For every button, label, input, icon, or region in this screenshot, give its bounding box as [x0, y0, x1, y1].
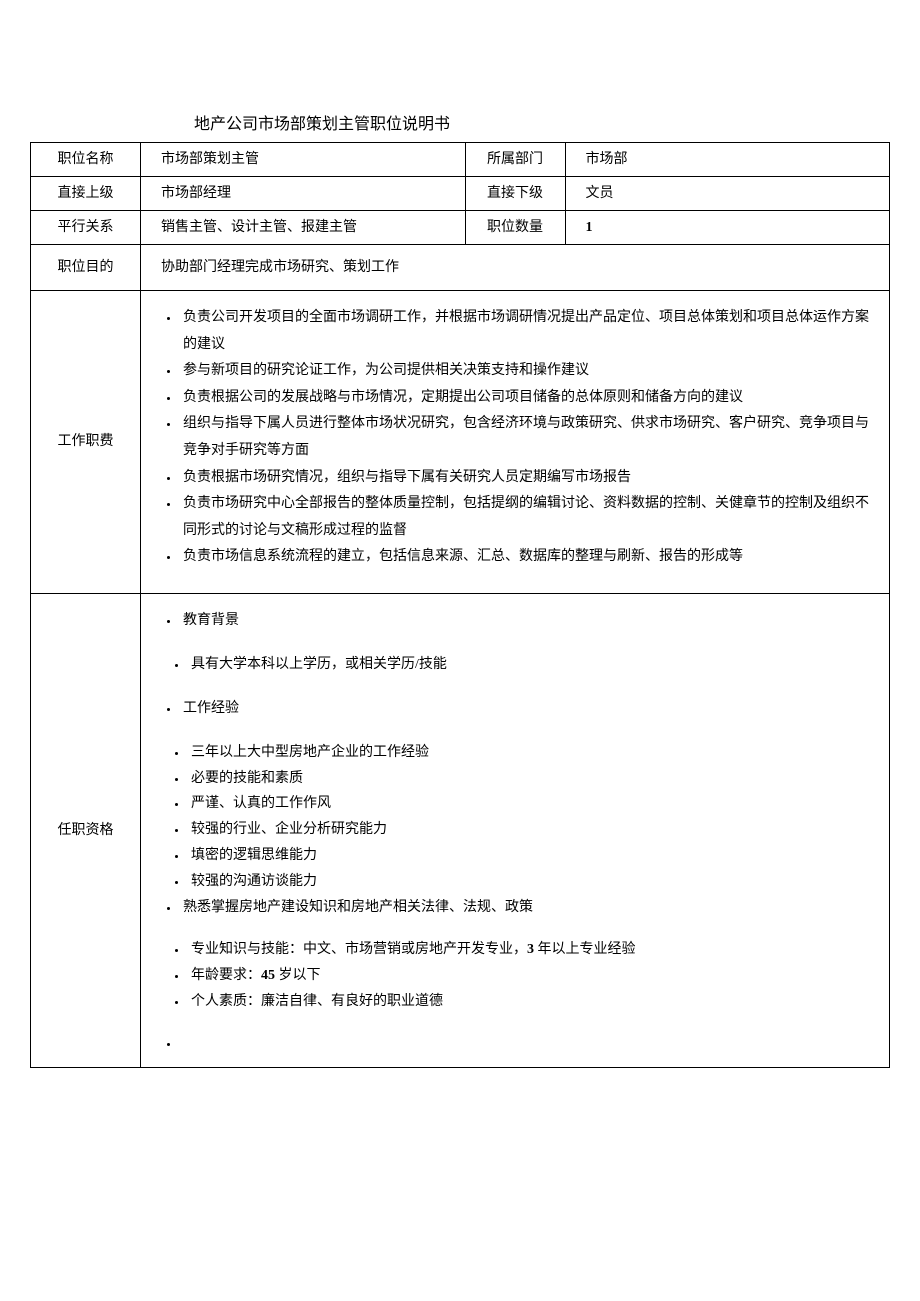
list-item: 参与新项目的研究论证工作，为公司提供相关决策支持和操作建议 — [179, 358, 879, 385]
text: 年以上专业经验 — [534, 942, 636, 957]
label-peers: 平行关系 — [31, 211, 141, 245]
text: 45 — [261, 968, 275, 983]
label-department: 所属部门 — [465, 143, 565, 177]
label-purpose: 职位目的 — [31, 245, 141, 291]
list-item: 负责根据市场研究情况，组织与指导下属有关研究人员定期编写市场报告 — [179, 465, 879, 492]
list-item: 负责根据公司的发展战略与市场情况，定期提出公司项目储备的总体原则和储备方向的建议 — [179, 385, 879, 412]
label-qualifications: 任职资格 — [31, 593, 141, 1067]
list-item: 较强的行业、企业分析研究能力 — [187, 817, 879, 843]
text: 3 — [527, 942, 534, 957]
value-qualifications: 教育背景 具有大学本科以上学历，或相关学历/技能 工作经验 三年以上大中型房地产… — [141, 593, 890, 1067]
value-supervisor: 市场部经理 — [141, 177, 466, 211]
document-title: 地产公司市场部策划主管职位说明书 — [194, 110, 890, 134]
list-item: 教育背景 — [179, 608, 879, 634]
list-item: 个人素质：廉洁自律、有良好的职业道德 — [187, 989, 879, 1015]
row-purpose: 职位目的 协助部门经理完成市场研究、策划工作 — [31, 245, 890, 291]
list-item — [179, 1031, 879, 1045]
job-spec-table: 职位名称 市场部策划主管 所属部门 市场部 直接上级 市场部经理 直接下级 文员… — [30, 142, 890, 1068]
label-position-name: 职位名称 — [31, 143, 141, 177]
qualifications-list: 教育背景 具有大学本科以上学历，或相关学历/技能 工作经验 三年以上大中型房地产… — [151, 608, 879, 1045]
list-item: 三年以上大中型房地产企业的工作经验 — [187, 740, 879, 766]
value-subordinate: 文员 — [565, 177, 890, 211]
list-item: 较强的沟通访谈能力 — [187, 869, 879, 895]
list-item: 具有大学本科以上学历，或相关学历/技能 — [187, 652, 879, 678]
label-headcount: 职位数量 — [465, 211, 565, 245]
list-item: 年龄要求：45 岁以下 — [187, 963, 879, 989]
row-duties: 工作职费 负责公司开发项目的全面市场调研工作，并根据市场调研情况提出产品定位、项… — [31, 291, 890, 594]
text: 专业知识与技能：中文、市场营销或房地产开发专业， — [191, 942, 527, 957]
row-supervisor: 直接上级 市场部经理 直接下级 文员 — [31, 177, 890, 211]
list-item: 严谨、认真的工作作风 — [187, 791, 879, 817]
list-item: 熟悉掌握房地产建设知识和房地产相关法律、法规、政策 — [179, 895, 879, 921]
text: 年龄要求： — [191, 968, 261, 983]
label-supervisor: 直接上级 — [31, 177, 141, 211]
row-peers: 平行关系 销售主管、设计主管、报建主管 职位数量 1 — [31, 211, 890, 245]
value-peers: 销售主管、设计主管、报建主管 — [141, 211, 466, 245]
list-item: 负责市场信息系统流程的建立，包括信息来源、汇总、数据库的整理与刷新、报告的形成等 — [179, 544, 879, 571]
label-subordinate: 直接下级 — [465, 177, 565, 211]
list-item: 组织与指导下属人员进行整体市场状况研究，包含经济环境与政策研究、供求市场研究、客… — [179, 411, 879, 464]
text: 岁以下 — [275, 968, 321, 983]
list-item: 负责公司开发项目的全面市场调研工作，并根据市场调研情况提出产品定位、项目总体策划… — [179, 305, 879, 358]
list-item: 必要的技能和素质 — [187, 766, 879, 792]
label-duties: 工作职费 — [31, 291, 141, 594]
list-item: 专业知识与技能：中文、市场营销或房地产开发专业，3 年以上专业经验 — [187, 937, 879, 963]
list-item: 负责市场研究中心全部报告的整体质量控制，包括提纲的编辑讨论、资料数据的控制、关健… — [179, 491, 879, 544]
value-purpose: 协助部门经理完成市场研究、策划工作 — [141, 245, 890, 291]
list-item: 填密的逻辑思维能力 — [187, 843, 879, 869]
value-duties: 负责公司开发项目的全面市场调研工作，并根据市场调研情况提出产品定位、项目总体策划… — [141, 291, 890, 594]
value-department: 市场部 — [565, 143, 890, 177]
list-item: 工作经验 — [179, 696, 879, 722]
duties-list: 负责公司开发项目的全面市场调研工作，并根据市场调研情况提出产品定位、项目总体策划… — [151, 305, 879, 571]
value-position-name: 市场部策划主管 — [141, 143, 466, 177]
value-headcount: 1 — [565, 211, 890, 245]
row-qualifications: 任职资格 教育背景 具有大学本科以上学历，或相关学历/技能 工作经验 三年以上大… — [31, 593, 890, 1067]
row-position-name: 职位名称 市场部策划主管 所属部门 市场部 — [31, 143, 890, 177]
